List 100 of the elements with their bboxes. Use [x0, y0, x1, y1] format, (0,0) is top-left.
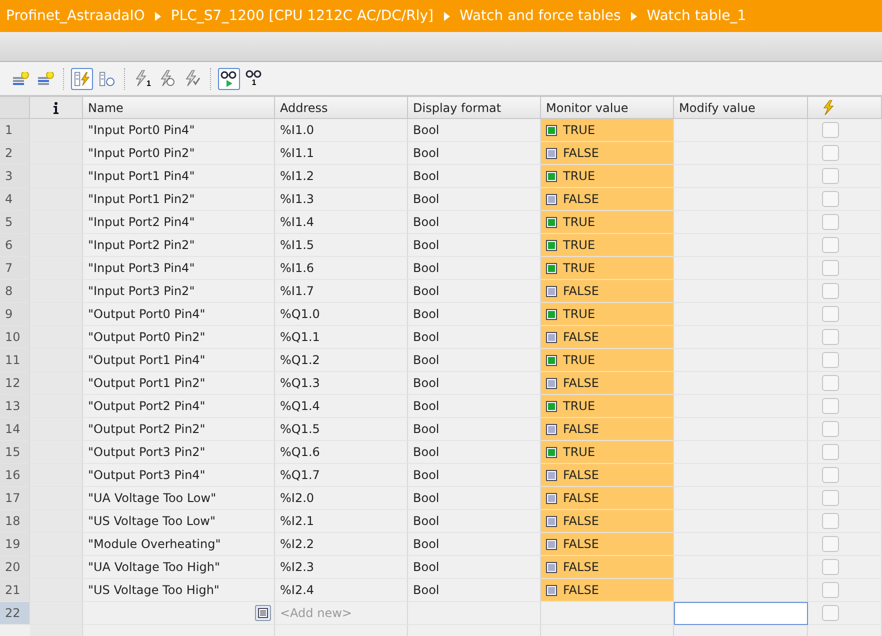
table-cell	[30, 211, 83, 234]
column-header[interactable]: Address	[275, 97, 408, 119]
monitor-value: TRUE	[563, 215, 596, 229]
checkbox[interactable]	[822, 352, 839, 368]
table-cell: %I2.0	[275, 487, 408, 510]
row-number: 1	[0, 119, 30, 142]
checkbox[interactable]	[822, 283, 839, 299]
checkbox[interactable]	[822, 145, 839, 161]
checkbox[interactable]	[822, 421, 839, 437]
lightning-icon	[822, 100, 834, 115]
table-cell: %I1.6	[275, 257, 408, 280]
input-field[interactable]	[674, 602, 808, 625]
table-cell: "Input Port0 Pin2"	[83, 142, 275, 165]
toolbar-button[interactable]	[218, 68, 240, 90]
new-row-icon	[13, 72, 29, 86]
table-cell	[30, 257, 83, 280]
monitor-value: FALSE	[563, 468, 599, 482]
monitor-value: TRUE	[563, 307, 596, 321]
chevron-icon	[444, 12, 450, 20]
table-cell: Bool	[408, 533, 541, 556]
table-cell: %I2.3	[275, 556, 408, 579]
table-cell: "Module Overheating"	[83, 533, 275, 556]
table-cell: "UA Voltage Too High"	[83, 556, 275, 579]
table-cell	[30, 142, 83, 165]
monitor-value: FALSE	[563, 491, 599, 505]
toolbar-button[interactable]: 1	[243, 68, 265, 90]
row-number: 13	[0, 395, 30, 418]
checkbox[interactable]	[822, 237, 839, 253]
checkbox[interactable]	[822, 559, 839, 575]
table-cell: "Output Port3 Pin4"	[83, 464, 275, 487]
column-header[interactable]: Monitor value	[541, 97, 674, 119]
checkbox[interactable]	[822, 444, 839, 460]
column-header[interactable]: Name	[83, 97, 275, 119]
table-cell	[30, 165, 83, 188]
table-cell: "Input Port0 Pin4"	[83, 119, 275, 142]
row-number: 15	[0, 441, 30, 464]
table-cell: %Q1.7	[275, 464, 408, 487]
monitor-value: FALSE	[563, 537, 599, 551]
table-cell	[30, 234, 83, 257]
table-cell: "Output Port3 Pin2"	[83, 441, 275, 464]
table-cell: "Input Port3 Pin4"	[83, 257, 275, 280]
row-number: 6	[0, 234, 30, 257]
checkbox[interactable]	[822, 306, 839, 322]
checkbox[interactable]	[822, 329, 839, 345]
table-cell: %I2.1	[275, 510, 408, 533]
table-cell: Bool	[408, 303, 541, 326]
monitor-value: TRUE	[563, 261, 596, 275]
checkbox[interactable]	[822, 260, 839, 276]
checkbox[interactable]	[822, 375, 839, 391]
checkbox[interactable]	[822, 214, 839, 230]
table-cell	[30, 303, 83, 326]
checkbox[interactable]	[822, 191, 839, 207]
table-cell	[30, 579, 83, 602]
monitor-value: TRUE	[563, 238, 596, 252]
toolbar-button[interactable]: 1	[132, 68, 154, 90]
table-cell: "Output Port1 Pin2"	[83, 372, 275, 395]
table-cell: "Output Port0 Pin2"	[83, 326, 275, 349]
table-cell: "Input Port2 Pin4"	[83, 211, 275, 234]
monitor-value: FALSE	[563, 192, 599, 206]
chevron-icon	[154, 12, 161, 20]
checkbox[interactable]	[822, 513, 839, 529]
row-number: 17	[0, 487, 30, 510]
table-cell: "Output Port0 Pin4"	[83, 303, 275, 326]
table-cell: Bool	[408, 395, 541, 418]
checkbox[interactable]	[822, 536, 839, 552]
row-number: 9	[0, 303, 30, 326]
monitor-value: FALSE	[563, 146, 599, 160]
list-button[interactable]	[255, 605, 271, 621]
column-header[interactable]: Display format	[408, 97, 541, 119]
table-cell: "Output Port2 Pin4"	[83, 395, 275, 418]
table-cell: Bool	[408, 349, 541, 372]
monitor-value: TRUE	[563, 399, 596, 413]
checkbox[interactable]	[822, 122, 839, 138]
row-number: 10	[0, 326, 30, 349]
table-cell: "Input Port1 Pin4"	[83, 165, 275, 188]
chevron-icon	[630, 12, 637, 20]
checkbox[interactable]	[822, 582, 839, 598]
row-number: 14	[0, 418, 30, 441]
column-header[interactable]: Modify value	[674, 97, 808, 119]
checkbox[interactable]	[822, 490, 839, 506]
table-cell: Bool	[408, 579, 541, 602]
checkbox[interactable]	[822, 398, 839, 414]
row-number: 3	[0, 165, 30, 188]
table-cell	[30, 441, 83, 464]
table-cell: Bool	[408, 326, 541, 349]
row-number: 22	[0, 602, 30, 625]
row-number: 5	[0, 211, 30, 234]
table-cell: Bool	[408, 211, 541, 234]
table-cell	[30, 556, 83, 579]
checkbox[interactable]	[822, 605, 839, 621]
table-cell	[30, 349, 83, 372]
checkbox[interactable]	[822, 467, 839, 483]
checkbox[interactable]	[822, 168, 839, 184]
monitor-value: FALSE	[563, 422, 599, 436]
table-cell: %I1.1	[275, 142, 408, 165]
table-cell: %I1.5	[275, 234, 408, 257]
table-cell: %Q1.6	[275, 441, 408, 464]
table-cell: %I1.2	[275, 165, 408, 188]
table-cell: %Q1.2	[275, 349, 408, 372]
table-cell: "Input Port2 Pin2"	[83, 234, 275, 257]
